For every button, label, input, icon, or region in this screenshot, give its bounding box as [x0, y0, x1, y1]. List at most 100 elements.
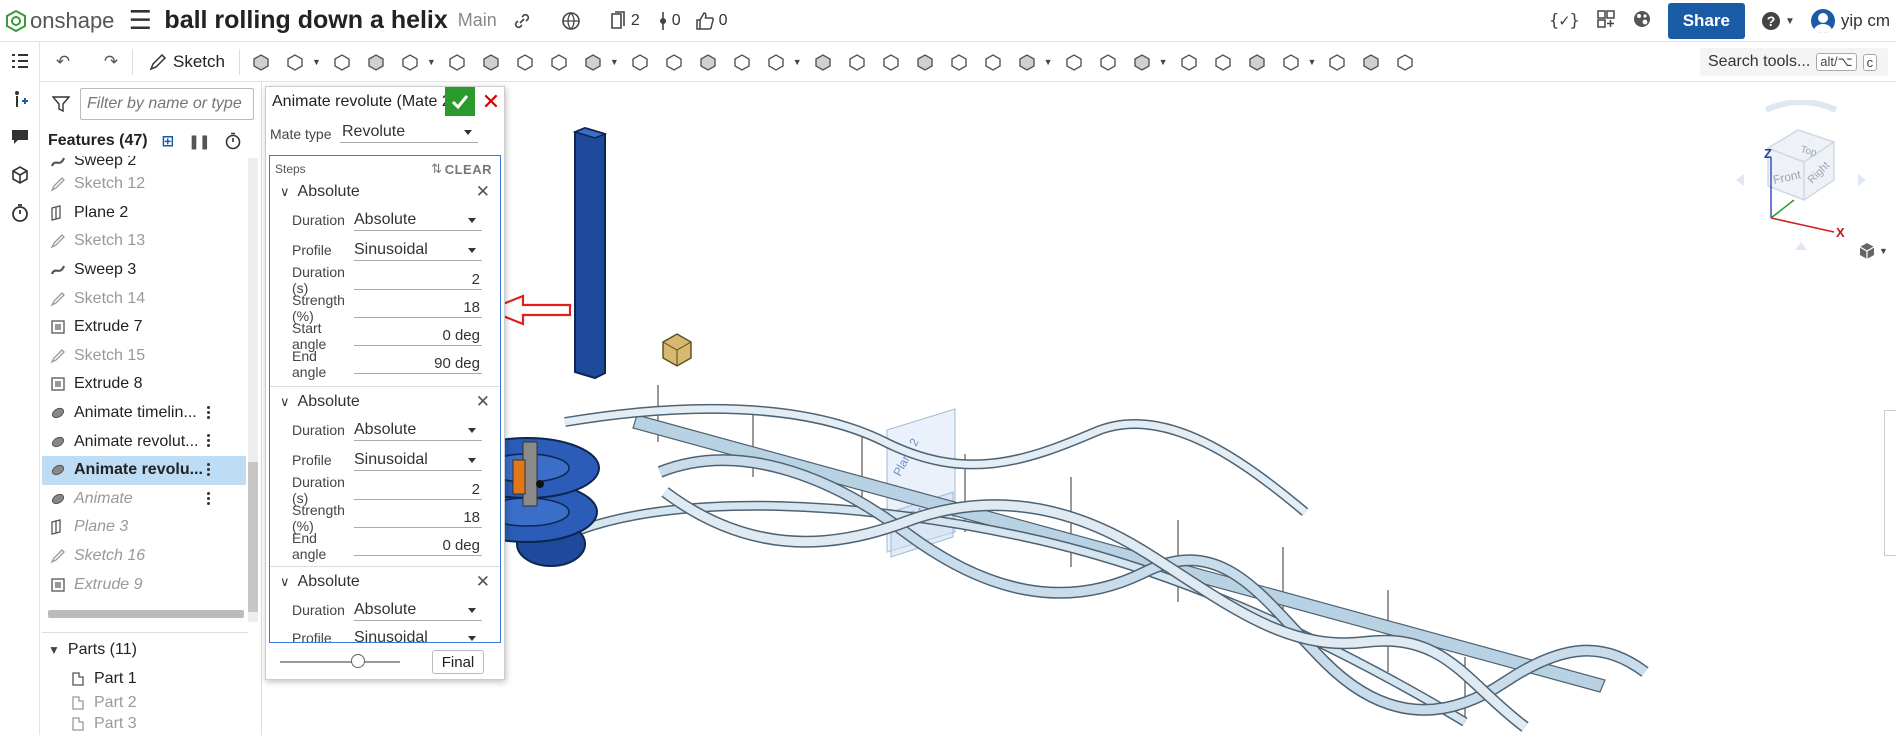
section-view-icon[interactable]	[1324, 49, 1350, 75]
chevron-down-icon[interactable]: ▼	[610, 57, 619, 67]
duration-seconds-input[interactable]: 2	[354, 480, 482, 500]
branches-button[interactable]: 0	[658, 11, 681, 31]
helix-ribbon-a[interactable]	[657, 454, 1649, 716]
step-header[interactable]: ∨ Absolute	[270, 568, 500, 596]
offset-surface-icon[interactable]	[980, 49, 1006, 75]
part-item[interactable]: Part 2	[70, 690, 137, 716]
chamfer-icon[interactable]	[478, 49, 504, 75]
feature-item[interactable]: Animate revolut...	[42, 427, 246, 456]
document-title[interactable]: ball rolling down a helix	[164, 6, 447, 35]
start-angle-input[interactable]: 0 deg	[354, 326, 482, 346]
parts-3d-icon[interactable]	[0, 156, 40, 194]
insert-mate-icon[interactable]	[0, 80, 40, 118]
variable-studio-icon[interactable]: {✓}	[1549, 11, 1580, 31]
feature-scroll-thumb[interactable]	[248, 462, 258, 612]
plane-2-plane[interactable]: Plane 2 Plane 1	[886, 408, 956, 558]
graphics-viewport[interactable]: Plane 2 Plane 1	[265, 82, 1896, 735]
feature-item[interactable]: Plane 3	[42, 513, 246, 542]
appearance-icon[interactable]	[1278, 49, 1304, 75]
render-icon[interactable]	[1392, 49, 1418, 75]
globe-icon[interactable]	[561, 11, 581, 31]
profile-select[interactable]: Sinusoidal	[354, 627, 482, 642]
feature-item[interactable]: Sweep 3	[42, 256, 246, 285]
feature-item[interactable]: Sketch 13	[42, 227, 246, 256]
chevron-down-icon[interactable]: ▼	[1159, 57, 1168, 67]
curves-icon[interactable]	[1095, 49, 1121, 75]
mate-type-select[interactable]: Revolute	[340, 121, 478, 143]
pattern-icon[interactable]	[661, 49, 687, 75]
more-options-icon[interactable]	[207, 491, 210, 506]
feature-item[interactable]: Extrude 8	[42, 370, 246, 399]
shell-icon[interactable]	[580, 49, 606, 75]
comments-icon[interactable]	[0, 118, 40, 156]
user-menu[interactable]: yip cm	[1810, 9, 1890, 33]
feature-list-icon[interactable]	[0, 42, 40, 80]
helix-icon[interactable]	[1061, 49, 1087, 75]
cancel-button[interactable]: ✕	[478, 87, 504, 116]
rib-icon[interactable]	[546, 49, 572, 75]
sort-icon[interactable]: ⇅	[431, 161, 442, 177]
duration-select[interactable]: Absolute	[354, 599, 482, 621]
profile-select[interactable]: Sinusoidal	[354, 449, 482, 471]
search-tools-input[interactable]: Search tools... alt/⌥ c	[1700, 48, 1888, 76]
final-button[interactable]: Final	[432, 650, 484, 674]
clear-button[interactable]: CLEAR	[445, 162, 492, 177]
replace-face-icon[interactable]	[946, 49, 972, 75]
rebuild-timer-icon[interactable]	[224, 132, 242, 150]
revolve-icon[interactable]	[282, 49, 308, 75]
right-side-panel-tabs[interactable]	[1884, 410, 1896, 556]
share-button[interactable]: Share	[1667, 3, 1745, 39]
filter-input[interactable]	[80, 88, 254, 120]
remove-step-icon[interactable]: ✕	[476, 392, 490, 412]
feature-item[interactable]: Animate timelin...	[42, 399, 246, 428]
appearance-palette-icon[interactable]	[1632, 9, 1652, 34]
feature-item[interactable]: Animate	[42, 485, 246, 514]
feature-item[interactable]: Extrude 9	[42, 570, 246, 599]
view-options-icon[interactable]: ▼	[1858, 242, 1888, 260]
part-item[interactable]: Part 3	[70, 714, 137, 734]
duration-select[interactable]: Absolute	[354, 419, 482, 441]
sketch-button[interactable]: Sketch	[149, 52, 225, 72]
step-header[interactable]: ∨ Absolute	[270, 178, 500, 206]
step-header[interactable]: ∨ Absolute	[270, 388, 500, 416]
chevron-down-icon[interactable]: ▼	[312, 57, 321, 67]
modify-fillet-icon[interactable]	[878, 49, 904, 75]
mirror-icon[interactable]	[695, 49, 721, 75]
straight-rail[interactable]	[632, 414, 1606, 693]
more-options-icon[interactable]	[207, 434, 210, 448]
display-states-icon[interactable]	[1358, 49, 1384, 75]
like-button[interactable]: 0	[695, 11, 728, 31]
duration-select[interactable]: Absolute	[354, 209, 482, 231]
sweep-icon[interactable]	[329, 49, 355, 75]
chevron-down-icon[interactable]: ▼	[1044, 57, 1053, 67]
transform-icon[interactable]	[810, 49, 836, 75]
fillet-icon[interactable]	[444, 49, 470, 75]
end-angle-input[interactable]: 90 deg	[354, 354, 482, 374]
plane-icon[interactable]	[1014, 49, 1040, 75]
loft-icon[interactable]	[363, 49, 389, 75]
draft-icon[interactable]	[512, 49, 538, 75]
apps-grid-icon[interactable]	[1596, 9, 1616, 34]
more-options-icon[interactable]	[207, 462, 210, 477]
main-menu-icon[interactable]: ☰	[128, 5, 152, 36]
playback-slider[interactable]	[280, 661, 400, 663]
playback-slider-handle[interactable]	[351, 654, 365, 668]
add-folder-icon[interactable]: ⊞	[162, 132, 175, 150]
link-icon[interactable]	[513, 12, 531, 30]
import-icon[interactable]	[1176, 49, 1202, 75]
feature-item[interactable]: Extrude 7	[42, 313, 246, 342]
delete-part-icon[interactable]	[844, 49, 870, 75]
onshape-logo[interactable]: onshape	[6, 8, 114, 34]
feature-item[interactable]: Sketch 14	[42, 284, 246, 313]
duration-seconds-input[interactable]: 2	[354, 270, 482, 290]
confirm-button[interactable]	[445, 87, 475, 116]
animation-timer-icon[interactable]	[0, 194, 40, 232]
blue-column-part[interactable]	[574, 126, 606, 380]
parts-header[interactable]: ▼ Parts (11)	[42, 632, 248, 662]
thicken-icon[interactable]	[397, 49, 423, 75]
split-icon[interactable]	[763, 49, 789, 75]
view-cube[interactable]: Top Front Right Z X	[1736, 100, 1866, 250]
pause-icon[interactable]: ❚❚	[188, 133, 210, 150]
move-face-icon[interactable]	[912, 49, 938, 75]
variable-icon[interactable]	[1210, 49, 1236, 75]
